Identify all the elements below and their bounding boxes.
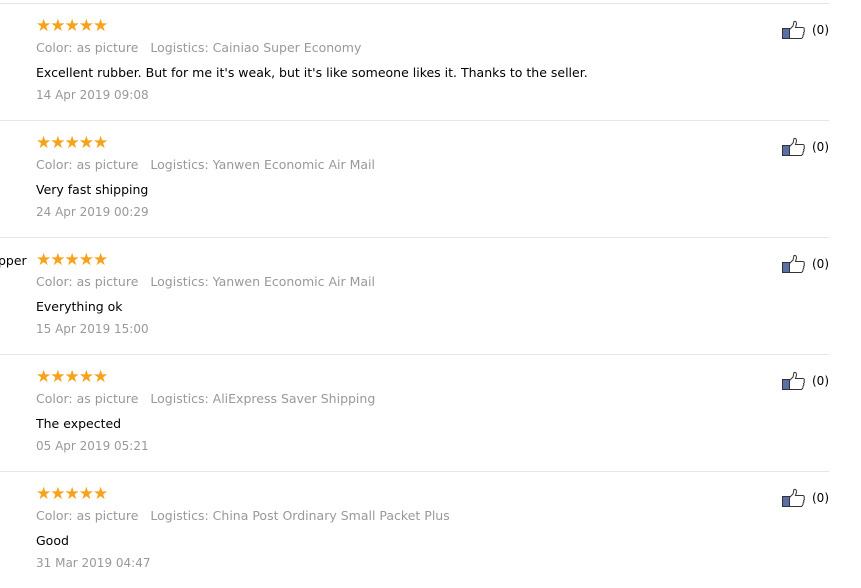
star-icon: ★ [50, 250, 65, 270]
star-icon: ★ [78, 133, 94, 153]
star-icon: ★ [50, 16, 65, 36]
logistics-attribute: Logistics: China Post Ordinary Small Pac… [150, 508, 450, 523]
star-icon: ★ [50, 367, 65, 387]
like-button[interactable]: (0) [782, 137, 829, 157]
star-icon: ★ [64, 250, 80, 270]
like-count: (0) [812, 257, 829, 271]
logistics-attribute: Logistics: AliExpress Saver Shipping [150, 391, 376, 406]
review-item: ★★★★★ Color: as picture Logistics: Cainia… [0, 3, 829, 120]
star-icon: ★ [93, 367, 108, 387]
like-button[interactable]: (0) [782, 254, 829, 274]
rating-stars: ★★★★★ [36, 367, 108, 387]
review-comment: Excellent rubber. But for me it's weak, … [36, 65, 588, 80]
like-count: (0) [812, 374, 829, 388]
star-icon: ★ [50, 133, 65, 153]
star-icon: ★ [93, 16, 108, 36]
star-icon: ★ [93, 133, 108, 153]
review-attributes: Color: as picture Logistics: Cainiao Supe… [36, 40, 361, 55]
star-icon: ★ [36, 367, 51, 387]
star-icon: ★ [50, 484, 65, 504]
star-icon: ★ [78, 250, 94, 270]
review-comment: Very fast shipping [36, 182, 149, 197]
star-icon: ★ [64, 484, 80, 504]
color-attribute: Color: as picture [36, 274, 139, 289]
thumbs-up-icon [782, 20, 805, 39]
star-icon: ★ [64, 133, 80, 153]
review-comment: The expected [36, 416, 122, 431]
thumbs-up-icon [782, 254, 805, 273]
review-date: 05 Apr 2019 05:21 [36, 439, 149, 453]
color-attribute: Color: as picture [36, 508, 139, 523]
logistics-attribute: Logistics: Yanwen Economic Air Mail [150, 274, 375, 289]
like-button[interactable]: (0) [782, 488, 829, 508]
review-date: 14 Apr 2019 09:08 [36, 88, 149, 102]
star-icon: ★ [78, 367, 94, 387]
review-item: ★★★★★ Color: as picture Logistics: China … [0, 471, 829, 588]
review-comment: Everything ok [36, 299, 123, 314]
rating-stars: ★★★★★ [36, 484, 108, 504]
logistics-attribute: Logistics: Cainiao Super Economy [150, 40, 362, 55]
review-comment: Good [36, 533, 69, 548]
review-list: ★★★★★ Color: as picture Logistics: Cainia… [0, 3, 829, 588]
rating-stars: ★★★★★ [36, 133, 108, 153]
star-icon: ★ [93, 484, 108, 504]
like-button[interactable]: (0) [782, 20, 829, 40]
review-attributes: Color: as picture Logistics: AliExpress S… [36, 391, 375, 406]
like-count: (0) [812, 140, 829, 154]
review-item: ★★★★★ Color: as picture Logistics: AliExp… [0, 354, 829, 471]
review-attributes: Color: as picture Logistics: Yanwen Econo… [36, 157, 375, 172]
thumbs-up-icon [782, 137, 805, 156]
review-item: pper ★★★★★ Color: as picture Logistics: Y… [0, 237, 829, 354]
like-count: (0) [812, 23, 829, 37]
star-icon: ★ [78, 16, 94, 36]
like-button[interactable]: (0) [782, 371, 829, 391]
rating-stars: ★★★★★ [36, 250, 108, 270]
review-date: 31 Mar 2019 04:47 [36, 556, 151, 570]
star-icon: ★ [36, 16, 51, 36]
logistics-attribute: Logistics: Yanwen Economic Air Mail [150, 157, 375, 172]
thumbs-up-icon [782, 371, 805, 390]
star-icon: ★ [64, 16, 80, 36]
star-icon: ★ [93, 250, 108, 270]
color-attribute: Color: as picture [36, 40, 139, 55]
star-icon: ★ [64, 367, 80, 387]
star-icon: ★ [78, 484, 94, 504]
review-attributes: Color: as picture Logistics: China Post O… [36, 508, 450, 523]
review-item: ★★★★★ Color: as picture Logistics: Yanwen… [0, 120, 829, 237]
review-attributes: Color: as picture Logistics: Yanwen Econo… [36, 274, 375, 289]
reviewer-name: pper [0, 253, 27, 268]
color-attribute: Color: as picture [36, 391, 139, 406]
rating-stars: ★★★★★ [36, 16, 108, 36]
thumbs-up-icon [782, 488, 805, 507]
like-count: (0) [812, 491, 829, 505]
star-icon: ★ [36, 484, 51, 504]
review-date: 15 Apr 2019 15:00 [36, 322, 149, 336]
color-attribute: Color: as picture [36, 157, 139, 172]
star-icon: ★ [36, 250, 51, 270]
star-icon: ★ [36, 133, 51, 153]
review-date: 24 Apr 2019 00:29 [36, 205, 149, 219]
